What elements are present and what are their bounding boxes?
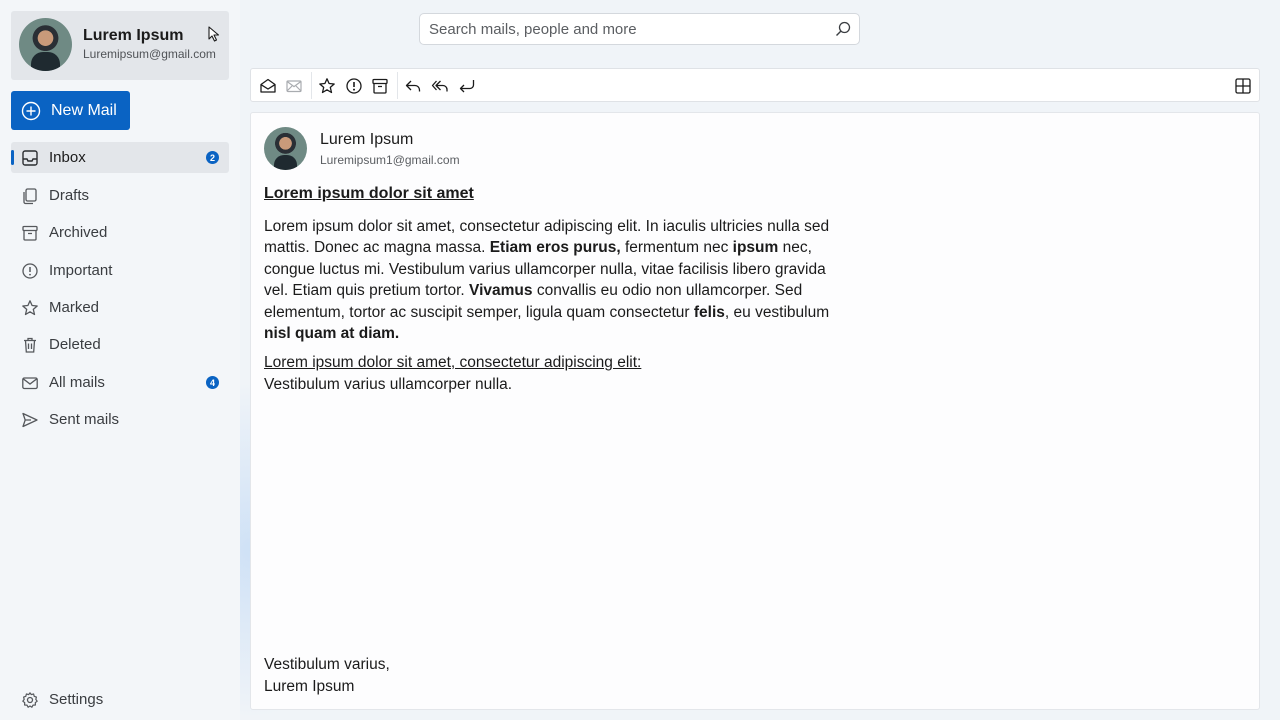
unread-count-badge: 4 — [206, 376, 219, 389]
sidebar: Lurem Ipsum Luremipsum@gmail.com New Mai… — [0, 0, 240, 720]
inbox-icon — [21, 149, 39, 167]
sidebar-item-label: Inbox — [49, 149, 86, 166]
star-icon — [21, 299, 39, 317]
mail-icon — [21, 374, 39, 392]
sidebar-item-sent-mails[interactable]: Sent mails — [11, 404, 229, 435]
unread-count-badge: 2 — [206, 151, 219, 164]
toolbar-divider — [397, 72, 398, 99]
mail-toolbar — [250, 68, 1260, 102]
search-input[interactable]: Search mails, people and more — [419, 13, 860, 45]
body-text-segment: , eu vestibulum — [724, 303, 830, 321]
important-icon[interactable] — [344, 76, 364, 96]
profile-card[interactable]: Lurem Ipsum Luremipsum@gmail.com — [11, 11, 229, 80]
body-bold-segment: felis — [693, 303, 725, 321]
signature-closing: Vestibulum varius, — [264, 656, 390, 673]
new-mail-label: New Mail — [51, 101, 117, 119]
mail-reading-pane: Lurem Ipsum Luremipsum1@gmail.com Lorem … — [250, 112, 1260, 710]
trash-icon — [21, 336, 39, 354]
star-icon[interactable] — [317, 76, 337, 96]
sidebar-item-marked[interactable]: Marked — [11, 292, 229, 323]
reply-icon[interactable] — [403, 76, 423, 96]
search-icon[interactable] — [834, 20, 852, 38]
sender-email: Luremipsum1@gmail.com — [320, 153, 460, 167]
sender-name: Lurem Ipsum — [320, 131, 414, 148]
signature-name: Lurem Ipsum — [264, 678, 355, 695]
new-mail-button[interactable]: New Mail — [11, 91, 130, 130]
sidebar-item-label: Archived — [49, 224, 108, 241]
send-icon — [21, 411, 39, 429]
sidebar-item-label: Sent mails — [49, 411, 120, 428]
sidebar-item-label: Drafts — [49, 187, 90, 204]
mail-underlined-line: Lorem ipsum dolor sit amet, consectetur … — [264, 354, 642, 371]
toolbar-divider — [311, 72, 312, 99]
mail-subject: Lorem ipsum dolor sit amet — [264, 185, 474, 202]
forward-icon[interactable] — [457, 76, 477, 96]
body-bold-segment: Etiam eros purus, — [489, 239, 621, 257]
archive-icon[interactable] — [370, 76, 390, 96]
settings-button[interactable]: Settings — [11, 684, 229, 715]
sidebar-item-label: All mails — [49, 374, 105, 391]
body-bold-segment: Vivamus — [469, 282, 533, 300]
body-text-segment: fermentum nec — [620, 239, 733, 257]
drafts-icon — [21, 187, 39, 205]
archive-icon — [21, 224, 39, 242]
important-icon — [21, 262, 39, 280]
mark-read-icon[interactable] — [258, 76, 278, 96]
cursor-icon — [208, 26, 220, 42]
sidebar-item-deleted[interactable]: Deleted — [11, 329, 229, 360]
profile-email: Luremipsum@gmail.com — [83, 47, 216, 61]
sidebar-item-all-mails[interactable]: All mails 4 — [11, 367, 229, 398]
avatar — [19, 18, 72, 71]
sidebar-item-important[interactable]: Important — [11, 255, 229, 286]
mail-body-line: Vestibulum varius ullamcorper nulla. — [264, 376, 513, 393]
sender-avatar — [264, 127, 307, 170]
layout-icon[interactable] — [1233, 76, 1253, 96]
mail-body-paragraph: Lorem ipsum dolor sit amet, consectetur … — [264, 216, 854, 344]
gear-icon — [21, 691, 39, 709]
sidebar-item-label: Deleted — [49, 336, 101, 353]
mark-unread-icon[interactable] — [284, 76, 304, 96]
sidebar-item-label: Important — [49, 262, 113, 279]
settings-label: Settings — [49, 691, 104, 708]
reply-all-icon[interactable] — [430, 76, 450, 96]
search-placeholder: Search mails, people and more — [429, 20, 637, 38]
sidebar-item-archived[interactable]: Archived — [11, 217, 229, 248]
sidebar-item-label: Marked — [49, 299, 100, 316]
body-bold-segment: nisl quam at diam. — [264, 325, 400, 343]
body-bold-segment: ipsum — [732, 239, 779, 257]
sidebar-item-inbox[interactable]: Inbox 2 — [11, 142, 229, 173]
sidebar-item-drafts[interactable]: Drafts — [11, 180, 229, 211]
profile-name: Lurem Ipsum — [83, 27, 184, 44]
plus-circle-icon — [21, 101, 41, 120]
